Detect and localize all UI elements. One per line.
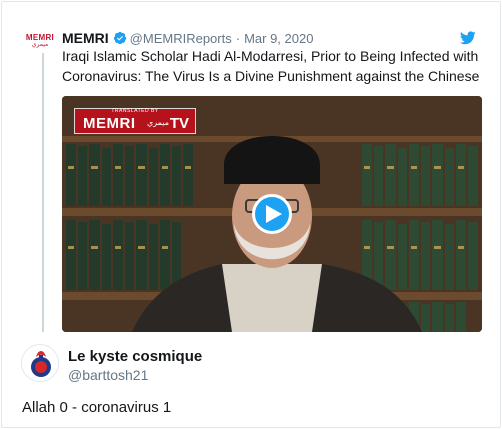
video-thumbnail[interactable]: TRANSLATED BY MEMRI ميمري TV [62,96,482,332]
quoted-author-handle[interactable]: @MEMRIReports [130,31,232,46]
reply-author-avatar[interactable] [21,344,59,382]
quoted-text-line-1: Iraqi Islamic Scholar Hadi Al-Modarresi,… [62,48,479,64]
quoted-author-name[interactable]: MEMRI [62,30,109,46]
memri-tv-logo: TRANSLATED BY MEMRI ميمري TV [74,108,196,134]
twitter-bird-icon[interactable] [460,31,476,45]
play-button[interactable] [252,194,292,234]
reply-author-handle[interactable]: @barttosh21 [68,367,148,383]
logo-caption: TRANSLATED BY [111,108,159,114]
logo-tv: TV [169,115,189,132]
avatar-logo-text: MEMRI [25,33,55,42]
tweet-date[interactable]: Mar 9, 2020 [244,31,313,46]
memri-avatar[interactable]: MEMRI ميمري [22,29,58,53]
quoted-tweet-header: MEMRI @MEMRIReports · Mar 9, 2020 [62,29,313,47]
verified-badge-icon [113,31,126,45]
header-separator: · [235,30,241,46]
quoted-tweet-text[interactable]: Iraqi Islamic Scholar Hadi Al-Modarresi,… [62,46,492,86]
avatar-logo-arabic: ميمري [31,42,49,48]
logo-brand: MEMRI [83,115,136,132]
quoted-text-line-2: Coronavirus: The Virus Is a Divine Punis… [62,68,480,84]
reply-author-name[interactable]: Le kyste cosmique [68,348,202,365]
reply-tweet-text: Allah 0 - coronavirus 1 [22,399,172,416]
tweet-card: MEMRI ميمري MEMRI @MEMRIReports · Mar 9,… [1,1,501,428]
grenade-emblem-icon [22,345,58,381]
play-icon [265,205,282,223]
thread-connector [42,52,44,332]
logo-arabic: ميمري [147,118,169,127]
